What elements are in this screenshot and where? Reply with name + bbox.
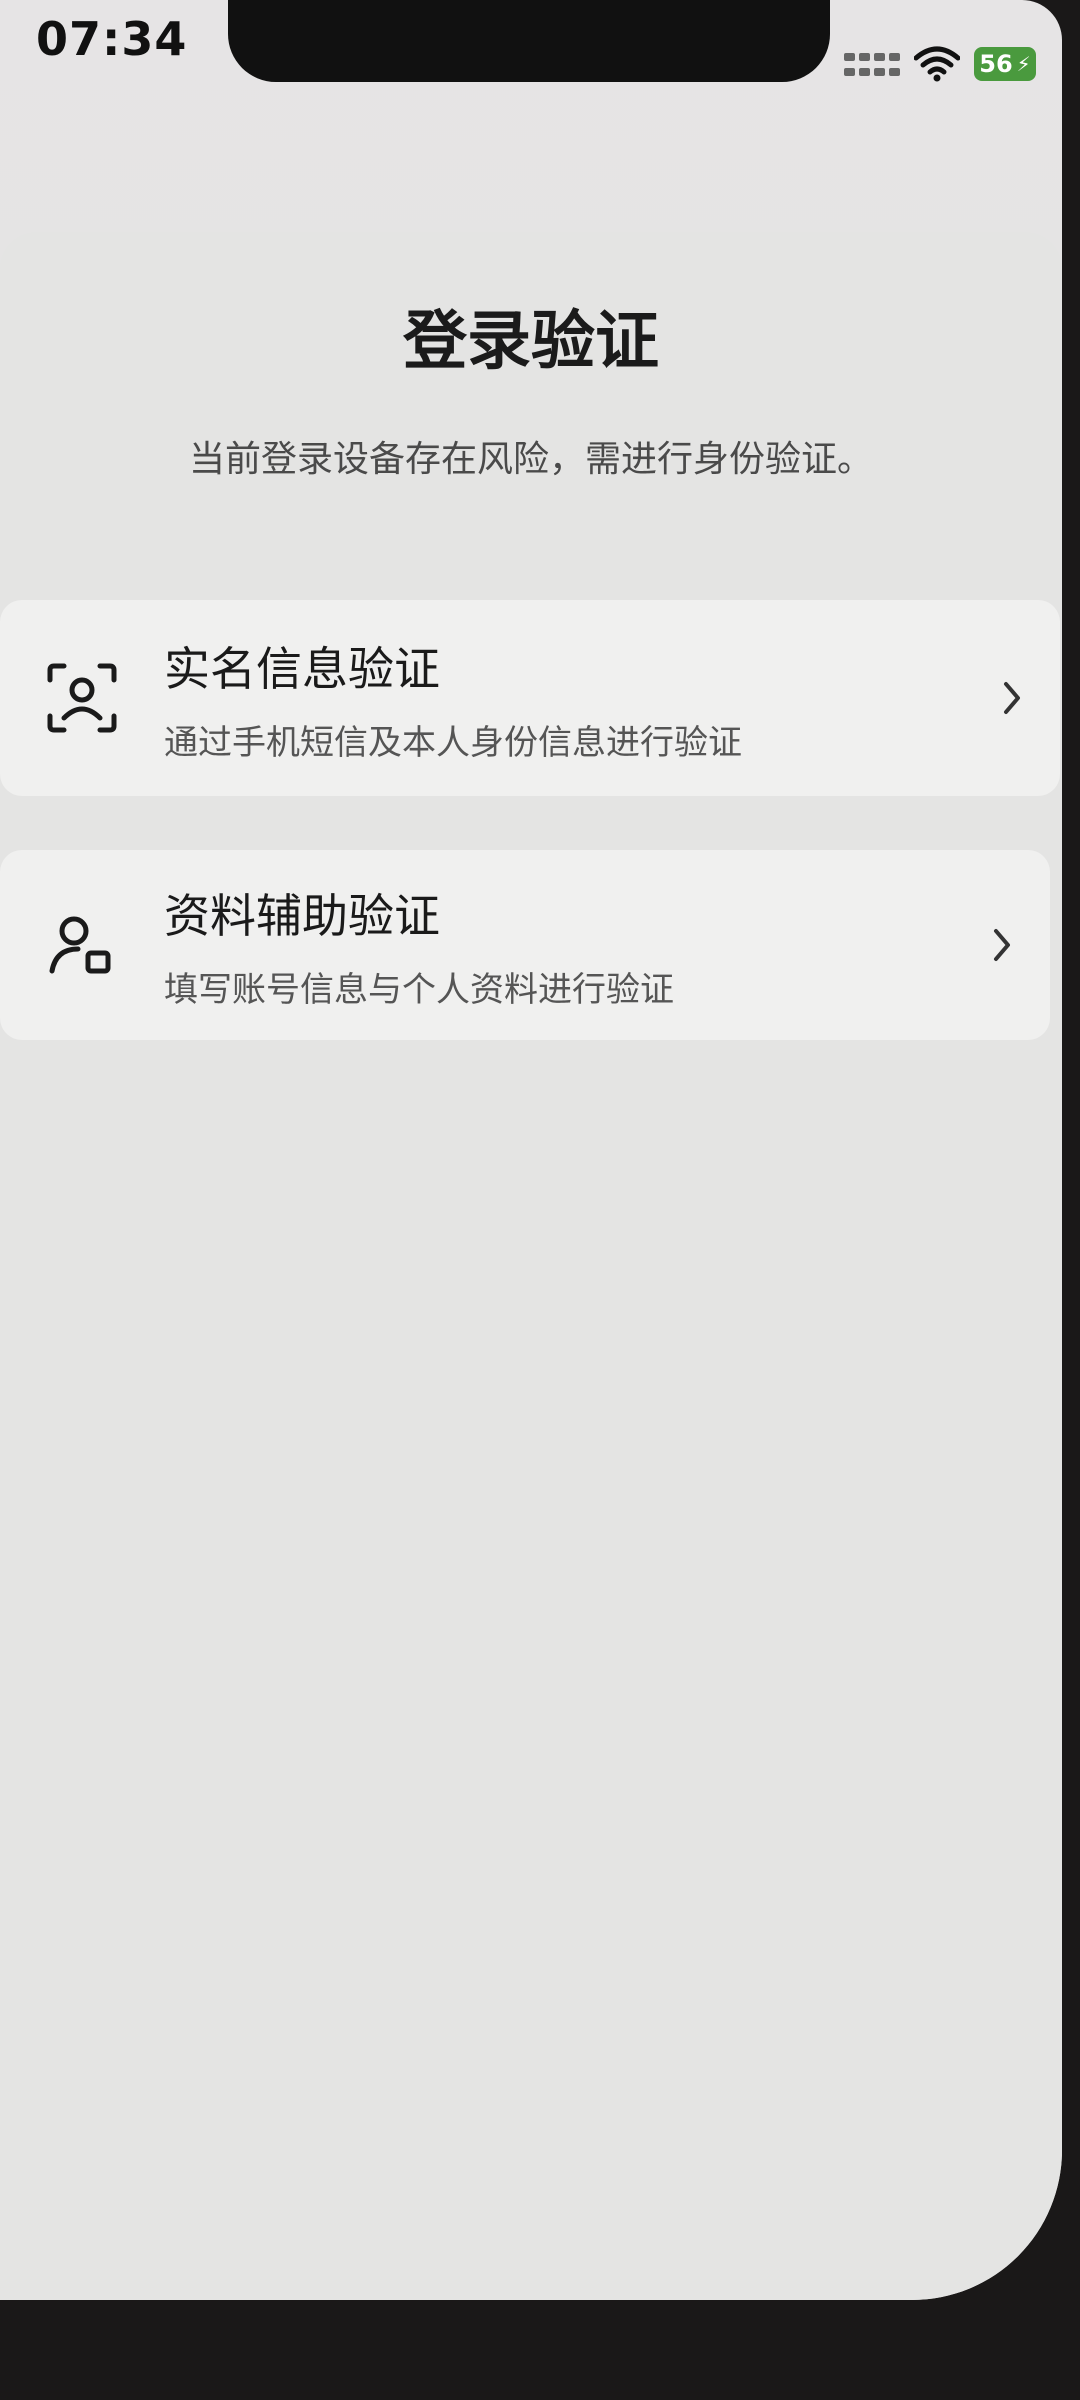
option-title: 资料辅助验证 bbox=[164, 888, 440, 943]
option-profile-verification[interactable]: 资料辅助验证 填写账号信息与个人资料进行验证 bbox=[0, 850, 1050, 1040]
phone-screen: 07:34 56 ⚡ 登录验证 当前登录设备存在风险，需进行身份验证。 实名信息… bbox=[0, 0, 1062, 2300]
signal-icon bbox=[844, 51, 900, 77]
charging-icon: ⚡ bbox=[1016, 52, 1031, 76]
chevron-right-icon bbox=[994, 929, 1010, 961]
status-time: 07:34 bbox=[36, 12, 188, 66]
option-description: 通过手机短信及本人身份信息进行验证 bbox=[164, 722, 742, 763]
face-scan-icon bbox=[47, 663, 117, 733]
verification-sheet bbox=[0, 232, 1062, 2300]
option-text: 实名信息验证 通过手机短信及本人身份信息进行验证 bbox=[164, 633, 742, 764]
battery-level: 56 bbox=[979, 50, 1013, 78]
option-text: 资料辅助验证 填写账号信息与个人资料进行验证 bbox=[164, 880, 674, 1011]
page-title: 登录验证 bbox=[403, 305, 659, 379]
status-icons: 56 ⚡ bbox=[844, 46, 1036, 82]
page-subtitle: 当前登录设备存在风险，需进行身份验证。 bbox=[188, 439, 873, 480]
option-real-name-verification[interactable]: 实名信息验证 通过手机短信及本人身份信息进行验证 bbox=[0, 600, 1060, 796]
camera-notch bbox=[228, 0, 830, 82]
battery-icon: 56 ⚡ bbox=[974, 47, 1036, 81]
option-title: 实名信息验证 bbox=[164, 641, 440, 696]
chevron-right-icon bbox=[1004, 682, 1020, 714]
option-description: 填写账号信息与个人资料进行验证 bbox=[164, 969, 674, 1010]
wifi-icon bbox=[914, 46, 960, 82]
user-profile-icon bbox=[49, 916, 111, 974]
